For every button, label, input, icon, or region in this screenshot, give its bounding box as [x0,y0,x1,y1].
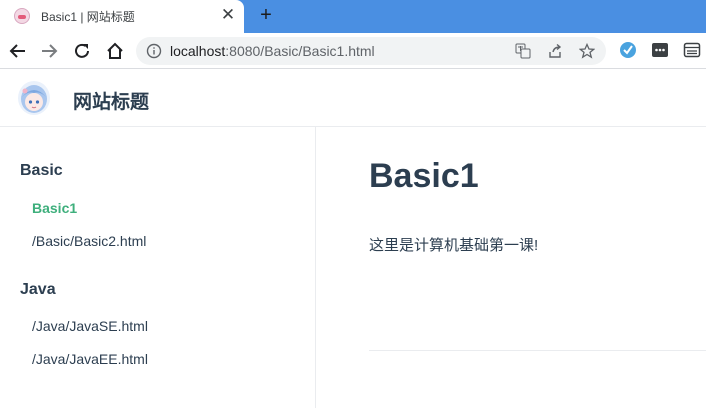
sidebar-link-javaee[interactable]: /Java/JavaEE.html [32,351,148,367]
sidebar-group-java[interactable]: Java [20,281,56,299]
side-panel-icon[interactable] [682,40,702,60]
share-icon[interactable] [546,42,564,60]
page-title: Basic1 [369,157,479,195]
sidebar: Basic Basic1 /Basic/Basic2.html Java /Ja… [0,127,316,408]
home-button[interactable] [103,39,127,63]
site-navbar: 网站标题 [0,70,706,127]
back-button[interactable] [6,39,30,63]
browser-tab-strip: Basic1 | 网站标题 ✕ + [0,0,706,33]
translate-icon[interactable] [514,42,532,60]
home-icon [107,42,123,59]
forward-button[interactable] [37,39,61,63]
sidebar-group-basic[interactable]: Basic [20,162,63,180]
reload-button[interactable] [70,39,94,63]
bookmark-star-icon[interactable] [578,42,596,60]
reload-icon [75,43,89,58]
address-bar[interactable]: localhost:8080/Basic/Basic1.html [136,37,606,65]
content-divider [369,350,706,351]
browser-tab-active[interactable]: Basic1 | 网站标题 ✕ [0,0,244,33]
url-text: localhost:8080/Basic/Basic1.html [170,43,375,59]
browser-toolbar: localhost:8080/Basic/Basic1.html [0,33,706,69]
page-paragraph: 这里是计算机基础第一课! [369,237,539,254]
sidebar-link-basic2[interactable]: /Basic/Basic2.html [32,233,146,249]
new-tab-button[interactable]: + [255,4,277,26]
close-icon[interactable]: ✕ [218,5,238,25]
extension-check-icon[interactable] [618,40,638,60]
forward-arrow-icon [42,44,58,58]
extension-menu-icon[interactable] [650,40,670,60]
favicon-icon [14,8,30,24]
site-logo[interactable] [18,81,50,115]
tab-title: Basic1 | 网站标题 [41,10,135,24]
anime-avatar-icon [21,85,47,113]
back-arrow-icon [9,44,25,58]
info-icon [146,43,162,59]
sidebar-link-basic1[interactable]: Basic1 [32,200,77,216]
main-content: Basic1 这里是计算机基础第一课! [317,127,706,408]
sidebar-link-javase[interactable]: /Java/JavaSE.html [32,318,148,334]
site-title[interactable]: 网站标题 [73,87,149,114]
